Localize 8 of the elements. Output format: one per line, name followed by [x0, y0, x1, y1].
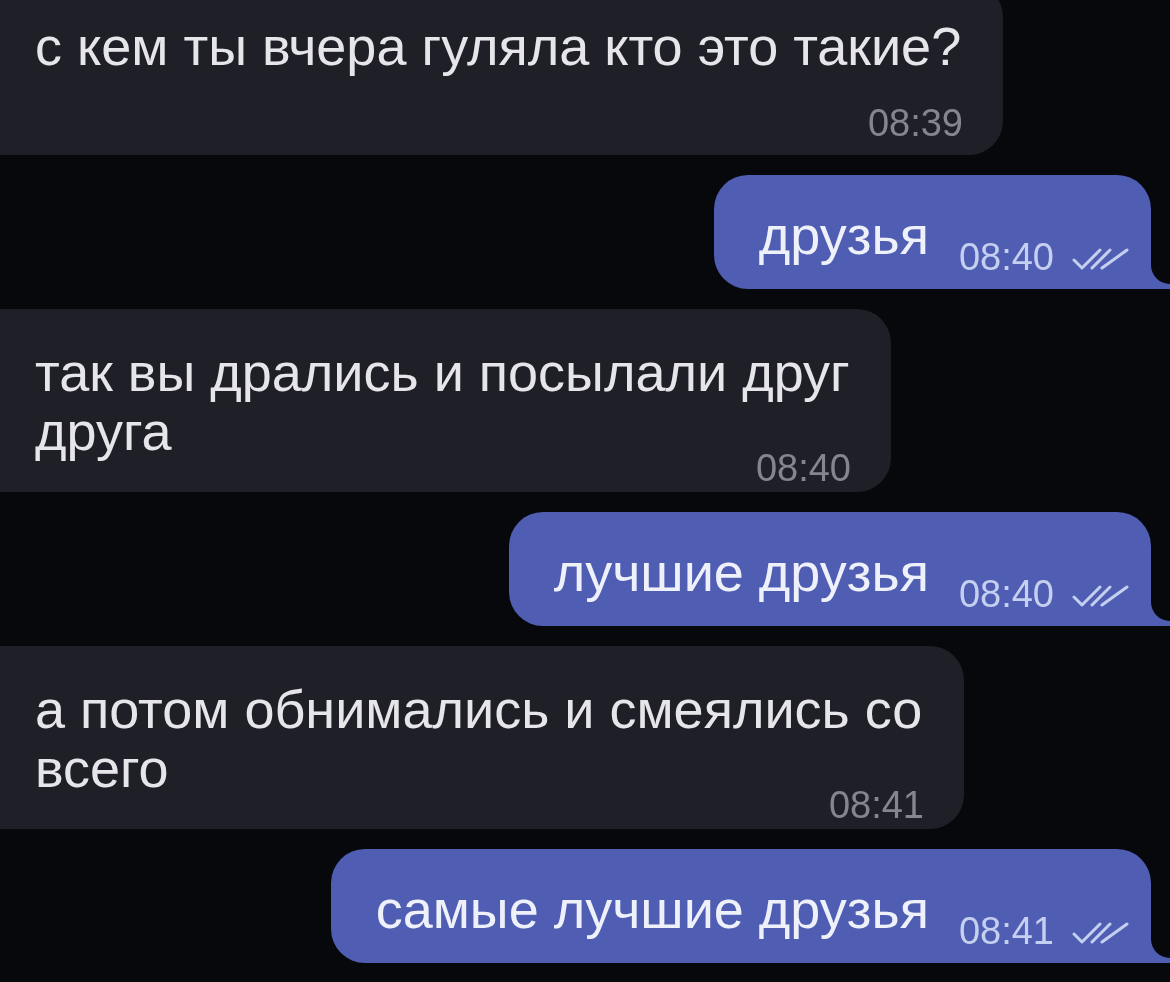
message-time: 08:41	[958, 916, 1054, 946]
message-text: друзья	[758, 206, 929, 265]
message-text: самые лучшие друзья	[375, 880, 929, 939]
message-time: 08:40	[958, 579, 1054, 609]
message-text: с кем ты вчера гуляла кто это такие?	[35, 17, 963, 76]
message-time: 08:39	[867, 108, 963, 138]
message-text: лучшие друзья	[553, 543, 929, 602]
message-time: 08:40	[958, 242, 1054, 272]
